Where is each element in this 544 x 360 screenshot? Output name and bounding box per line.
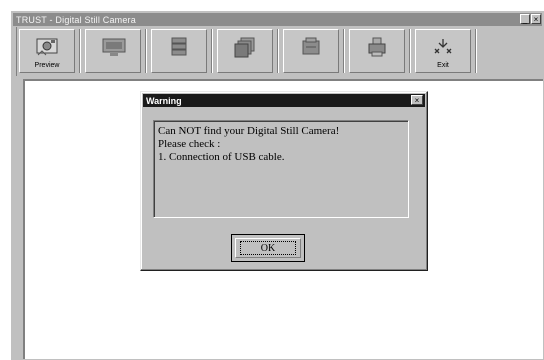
exit-button[interactable]: Exit [415,29,471,73]
toolbar-divider [145,29,147,73]
monitor-icon [102,38,126,56]
minimize-button[interactable]: _ [520,14,530,24]
ok-button[interactable]: OK [231,234,305,262]
save-button[interactable] [151,29,207,73]
toolbar-divider [211,29,213,73]
toolbar-divider [343,29,345,73]
card-icon [302,37,320,55]
ok-button-face: OK [235,238,301,258]
close-button[interactable]: × [531,14,541,24]
print-button[interactable] [349,29,405,73]
toolbar-grip [13,27,17,76]
toolbar-divider [409,29,411,73]
preview-button[interactable]: Preview [19,29,75,73]
printer-icon [368,37,386,57]
warning-dialog: Warning × Can NOT find your Digital Stil… [140,91,428,271]
album-button[interactable] [217,29,273,73]
toolbar-divider [475,29,477,73]
dialog-titlebar[interactable]: Warning × [143,94,425,107]
window-title: TRUST - Digital Still Camera [16,14,136,25]
photo-stack-icon [234,37,255,58]
toolbar-divider [79,29,81,73]
dialog-close-button[interactable]: × [411,95,423,105]
preview-label: Preview [34,62,60,69]
ok-button-label: OK [240,241,296,255]
camera-preview-icon [36,38,58,56]
exit-arrows-icon [434,39,452,54]
message-line: Please check : [158,138,221,150]
disk-stack-icon [171,37,187,56]
message-line: Can NOT find your Digital Still Camera! [158,125,340,137]
message-box: Can NOT find your Digital Still Camera! … [153,120,409,218]
delete-button[interactable] [283,29,339,73]
window-titlebar[interactable]: TRUST - Digital Still Camera _ × [13,13,542,26]
message-line: 1. Connection of USB cable. [158,151,285,163]
exit-label: Exit [437,62,449,69]
capture-button[interactable] [85,29,141,73]
window-controls: _ × [520,14,541,24]
dialog-title: Warning [146,95,182,106]
toolbar-divider [277,29,279,73]
toolbar: Preview Exit [13,27,542,77]
